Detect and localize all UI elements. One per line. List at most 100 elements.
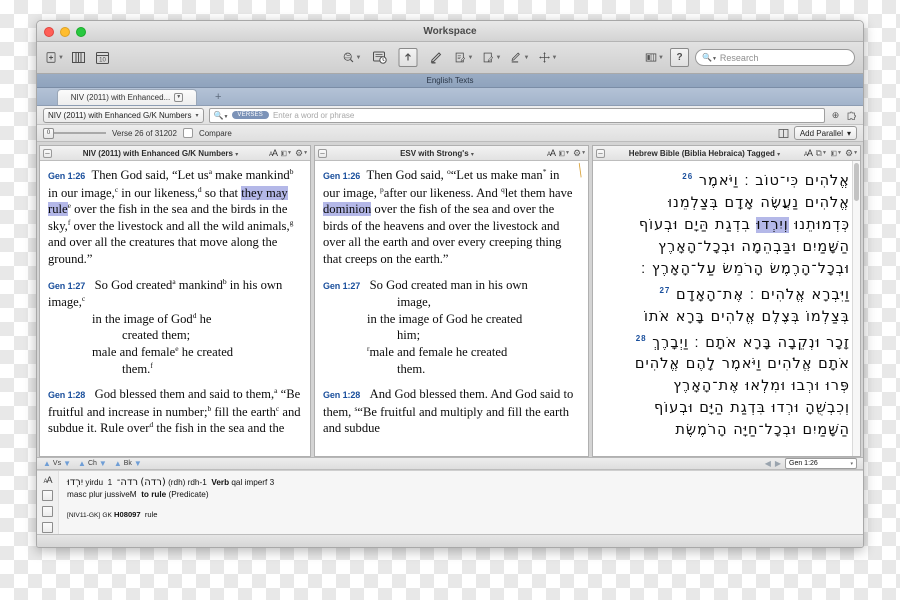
hebrew-verse-number[interactable]: 26: [682, 172, 693, 181]
verse-reference[interactable]: Gen 1:27: [323, 281, 360, 291]
move-icon[interactable]: ▼: [539, 48, 558, 67]
library-icon[interactable]: [69, 48, 88, 67]
pane-hebrew: ⚊ Hebrew Bible (Biblia Hebraica) Tagged …: [592, 145, 861, 457]
research-input[interactable]: 🔍▼ Research: [695, 49, 855, 66]
page-icon[interactable]: [42, 506, 53, 517]
hebrew-verse-number[interactable]: 28: [636, 334, 647, 343]
minimize-window-button[interactable]: [60, 27, 70, 37]
close-pane-button[interactable]: ⚊: [596, 148, 605, 158]
nav-down-icon[interactable]: ▼: [63, 459, 71, 468]
chevron-down-icon[interactable]: ▾: [471, 152, 474, 158]
close-window-button[interactable]: [44, 27, 54, 37]
highlighted-phrase[interactable]: they may rule: [48, 185, 288, 217]
notes-icon[interactable]: ▼: [455, 48, 474, 67]
layout-icon[interactable]: ▼: [645, 48, 664, 67]
highlighted-hebrew-word[interactable]: וְיִרְדוּ: [756, 216, 789, 233]
toolbar-center-group: ▼ ▼ ▼ ▼ ▼: [343, 48, 558, 67]
search-mode-pill[interactable]: VERSES: [232, 111, 269, 119]
nav-group-label: Ch: [87, 460, 97, 467]
edit-tool-icon[interactable]: ▼: [511, 48, 530, 67]
text-size-icon[interactable]: AA: [804, 148, 813, 158]
add-parallel-label: Add Parallel: [799, 128, 843, 138]
verse-slider[interactable]: 0: [43, 127, 106, 139]
corpus-selector[interactable]: NIV (2011) with Enhanced G/K Numbers ▾: [43, 107, 204, 123]
parallel-pane-icon[interactable]: [778, 128, 789, 139]
chevron-down-icon[interactable]: ▼: [174, 93, 184, 102]
details-hebrew-word[interactable]: יִרְדוּ: [67, 477, 83, 489]
nav-up-icon[interactable]: ▲: [114, 459, 122, 468]
settings-icon[interactable]: ⚙ ▼: [295, 148, 308, 159]
add-parallel-button[interactable]: Add Parallel ▾: [793, 126, 857, 140]
display-icon[interactable]: ▼: [559, 148, 570, 159]
details-gk-number[interactable]: H08097: [114, 510, 141, 519]
chevron-down-icon[interactable]: ▾: [195, 112, 198, 119]
nav-down-icon[interactable]: ▼: [99, 459, 107, 468]
hebrew-pane-scrollbar[interactable]: [852, 161, 860, 456]
search-icon[interactable]: 🔍▼: [214, 111, 229, 120]
export-icon[interactable]: [398, 48, 418, 67]
parallel-icon[interactable]: [42, 522, 53, 533]
timeline-icon[interactable]: [371, 48, 390, 67]
chevron-down-icon[interactable]: ▾: [777, 152, 780, 158]
search-input[interactable]: 🔍▼ VERSES Enter a word or phrase: [208, 107, 825, 123]
plus-circle-icon[interactable]: ⊕: [830, 110, 841, 121]
nav-up-icon[interactable]: ▲: [43, 459, 51, 468]
text-size-icon[interactable]: AA: [269, 148, 278, 158]
puzzle-icon[interactable]: [846, 110, 857, 121]
verse-reference[interactable]: Gen 1:26: [48, 171, 85, 181]
previous-verse-button[interactable]: ◀: [765, 459, 771, 468]
settings-icon[interactable]: ⚙ ▼: [573, 148, 586, 159]
add-tab-button[interactable]: +: [215, 91, 221, 105]
next-verse-button[interactable]: ▶: [775, 459, 781, 468]
details-line-2: masc plur jussiveM to rule (Predicate): [67, 489, 855, 501]
pane-hebrew-title[interactable]: Hebrew Bible (Biblia Hebraica) Tagged ▾: [609, 149, 800, 158]
pane-niv-title[interactable]: NIV (2011) with Enhanced G/K Numbers ▾: [56, 149, 265, 158]
hebrew-line: אֱלֹהִים כִּי־טוֹב ׃ וַיֹּאמֶר 26: [599, 166, 850, 192]
chevron-down-icon[interactable]: ▾: [847, 129, 851, 138]
pane-hebrew-body[interactable]: אֱלֹהִים כִּי־טוֹב ׃ וַיֹּאמֶר 26 אֱלֹהִ…: [593, 161, 860, 456]
zoom-window-button[interactable]: [76, 27, 86, 37]
note-icon[interactable]: [42, 490, 53, 501]
verse-slider-knob[interactable]: 0: [43, 127, 54, 139]
nav-up-icon[interactable]: ▲: [78, 459, 86, 468]
details-lemma-index: 1: [107, 478, 113, 488]
details-gk-gloss: rule: [144, 510, 158, 520]
calendar-icon[interactable]: 10: [93, 48, 112, 67]
chevron-down-icon[interactable]: ▾: [235, 152, 238, 158]
help-icon[interactable]: ?: [670, 48, 689, 67]
display-icon[interactable]: ▼: [831, 148, 842, 159]
highlighter-icon[interactable]: [427, 48, 446, 67]
pane-niv-title-text: NIV (2011) with Enhanced G/K Numbers: [82, 148, 233, 158]
search-all-icon[interactable]: ▼: [343, 48, 362, 67]
verse-reference[interactable]: Gen 1:28: [323, 390, 360, 400]
nav-down-icon[interactable]: ▼: [134, 459, 142, 468]
settings-icon[interactable]: ⚙ ▼: [845, 148, 858, 159]
display-icon[interactable]: ▼: [281, 148, 292, 159]
text-size-icon[interactable]: AA: [43, 475, 52, 485]
user-notes-icon[interactable]: ▼: [483, 48, 502, 67]
pane-esv-title[interactable]: ESV with Strong's ▾: [331, 149, 543, 158]
hebrew-verse-number[interactable]: 27: [659, 286, 670, 295]
close-pane-button[interactable]: ⚊: [43, 148, 52, 158]
window-titlebar: Workspace: [37, 21, 863, 42]
hebrew-line: כְּדְמוּתֵנוּ וְיִרְדוּ בִדְגַת הַּיָם ו…: [599, 214, 850, 236]
scrollbar-thumb[interactable]: [854, 163, 859, 201]
chevron-down-icon[interactable]: ▾: [850, 461, 853, 467]
verse-reference[interactable]: Gen 1:28: [48, 390, 85, 400]
compare-checkbox[interactable]: [182, 128, 193, 138]
traffic-light-group: [44, 27, 86, 37]
reference-field[interactable]: Gen 1:26 ▾: [785, 458, 857, 469]
toolbar-right-group: ▼ ? 🔍▼ Research: [645, 48, 855, 67]
verse-reference[interactable]: Gen 1:26: [323, 171, 360, 181]
text-size-icon[interactable]: AA: [547, 148, 556, 158]
workspace-tab-niv[interactable]: NIV (2011) with Enhanced... ▼: [57, 89, 197, 105]
pane-niv-body[interactable]: Gen 1:26 Then God said, “Let usa make ma…: [40, 161, 310, 456]
details-lemma-id: rdh-1: [187, 478, 207, 488]
highlighted-phrase[interactable]: dominion: [323, 202, 372, 217]
pane-esv-body[interactable]: ╱ Gen 1:26 Then God said, o“Let us make …: [315, 161, 588, 456]
close-pane-button[interactable]: ⚊: [318, 148, 327, 158]
verse-reference[interactable]: Gen 1:27: [48, 281, 85, 291]
copy-icon[interactable]: ▼: [816, 148, 827, 159]
verse-slider-track[interactable]: [54, 132, 106, 134]
new-document-icon[interactable]: ▼: [45, 48, 64, 67]
